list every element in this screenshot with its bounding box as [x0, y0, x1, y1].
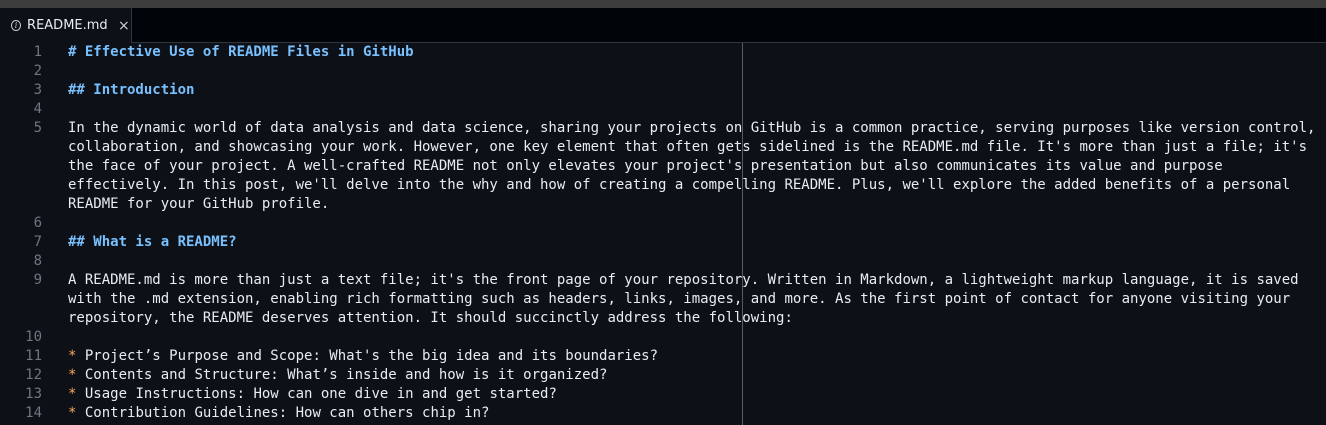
line-text: README for your GitHub profile. [68, 196, 330, 212]
line-text: In the dynamic world of data analysis an… [68, 120, 1316, 136]
list-bullet: * [68, 348, 77, 364]
tab-readme[interactable]: i README.md × [0, 8, 132, 43]
line-number: 3 [33, 82, 42, 98]
editor-line-wrap: effectively. In this post, we'll delve i… [0, 176, 1326, 195]
list-bullet: * [68, 386, 77, 402]
editor-line-wrap: README for your GitHub profile. [0, 195, 1326, 214]
line-text: the face of your project. A well-crafted… [68, 158, 1223, 174]
line-number: 7 [33, 234, 42, 250]
editor-line: 11 * Project’s Purpose and Scope: What's… [0, 347, 1326, 366]
line-text: ## What is a README? [68, 234, 237, 250]
line-number [0, 157, 68, 176]
tab-bar: i README.md × [0, 8, 1326, 43]
line-number [0, 290, 68, 309]
editor-line: 3 ## Introduction [0, 81, 1326, 100]
close-icon[interactable]: × [117, 18, 131, 34]
line-number: 14 [25, 405, 42, 421]
editor-line: 8 [0, 252, 1326, 271]
line-text: Contribution Guidelines: How can others … [76, 405, 490, 421]
line-text: with the .md extension, enabling rich fo… [68, 291, 1291, 307]
line-text: ## Introduction [68, 82, 195, 98]
line-number [0, 309, 68, 328]
line-number: 6 [33, 215, 42, 231]
editor-line: 10 [0, 328, 1326, 347]
line-number: 5 [33, 120, 42, 136]
list-bullet: * [68, 405, 77, 421]
editor-line: 12 * Contents and Structure: What’s insi… [0, 366, 1326, 385]
editor-line: 1 # Effective Use of README Files in Git… [0, 43, 1326, 62]
editor-line: 9 A README.md is more than just a text f… [0, 271, 1326, 290]
editor-line: 13 * Usage Instructions: How can one div… [0, 385, 1326, 404]
line-number: 11 [25, 348, 42, 364]
editor-line: 5 In the dynamic world of data analysis … [0, 119, 1326, 138]
editor-line-wrap: the face of your project. A well-crafted… [0, 157, 1326, 176]
line-number [0, 195, 68, 214]
line-number: 2 [33, 63, 42, 79]
line-number: 1 [33, 44, 42, 60]
line-number: 8 [33, 253, 42, 269]
line-text: repository, the README deserves attentio… [68, 310, 793, 326]
line-number [0, 138, 68, 157]
line-number [0, 176, 68, 195]
line-text: Contents and Structure: What’s inside an… [76, 367, 608, 383]
line-text: Usage Instructions: How can one dive in … [76, 386, 557, 402]
line-number: 10 [25, 329, 42, 345]
line-number: 4 [33, 101, 42, 117]
line-text: collaboration, and showcasing your work.… [68, 139, 1308, 155]
list-bullet: * [68, 367, 77, 383]
line-number: 13 [25, 386, 42, 402]
editor-lines: 1 # Effective Use of README Files in Git… [0, 43, 1326, 423]
code-editor[interactable]: 1 # Effective Use of README Files in Git… [0, 43, 1326, 425]
tab-label: README.md [27, 18, 108, 33]
line-text: A README.md is more than just a text fil… [68, 272, 1299, 288]
editor-line: 7 ## What is a README? [0, 233, 1326, 252]
title-bar-strip [0, 0, 1326, 8]
editor-window: i README.md × 1 # Effective Use of READM… [0, 0, 1326, 425]
editor-line-wrap: collaboration, and showcasing your work.… [0, 138, 1326, 157]
line-number: 12 [25, 367, 42, 383]
editor-line: 14 * Contribution Guidelines: How can ot… [0, 404, 1326, 423]
line-text: # Effective Use of README Files in GitHu… [68, 44, 414, 60]
editor-line-wrap: with the .md extension, enabling rich fo… [0, 290, 1326, 309]
editor-line: 6 [0, 214, 1326, 233]
editor-line-wrap: repository, the README deserves attentio… [0, 309, 1326, 328]
editor-line: 4 [0, 100, 1326, 119]
info-icon: i [11, 20, 22, 31]
editor-line: 2 [0, 62, 1326, 81]
line-text: Project’s Purpose and Scope: What's the … [76, 348, 659, 364]
line-text: effectively. In this post, we'll delve i… [68, 177, 1291, 193]
line-number: 9 [33, 272, 42, 288]
